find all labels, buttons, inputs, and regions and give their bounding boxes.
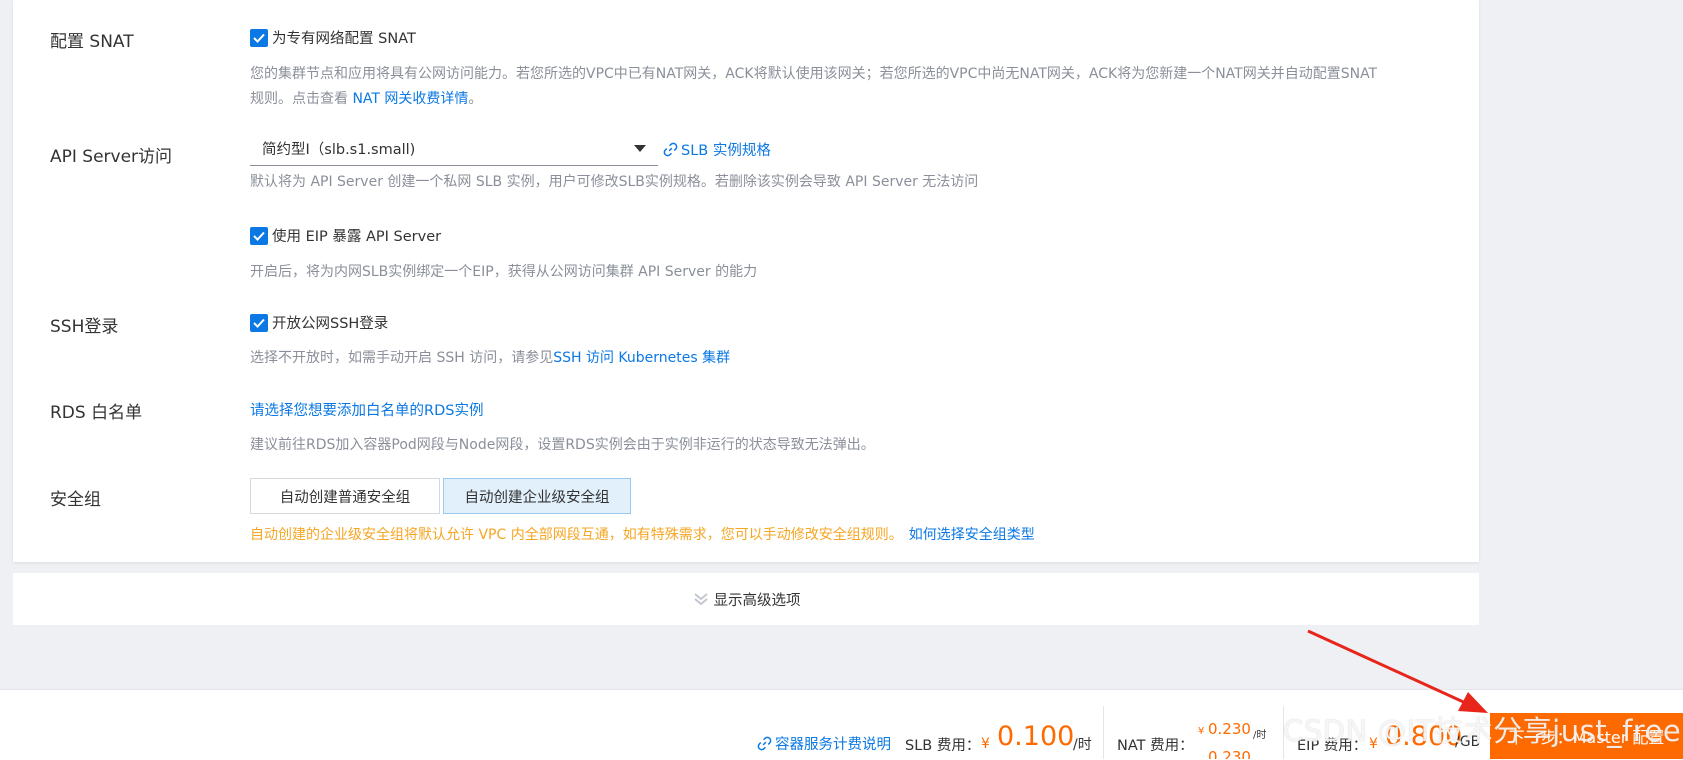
security-group-label: 安全组 xyxy=(50,490,101,510)
snat-help-line2: 规则。点击查看 NAT 网关收费详情。 xyxy=(250,87,1450,112)
ssh-help-text: 选择不开放时，如需手动开启 SSH 访问，请参见 xyxy=(250,350,554,366)
slb-spec-select[interactable]: 简约型I（slb.s1.small) xyxy=(250,132,658,166)
nat-fee-currency: ¥ xyxy=(1198,726,1205,737)
eip-fee-price: 0.800 xyxy=(1385,721,1463,752)
security-group-normal-button[interactable]: 自动创建普通安全组 xyxy=(250,478,440,514)
check-icon xyxy=(253,33,265,43)
security-group-warning: 自动创建的企业级安全组将默认允许 VPC 内全部网段互通，如有特殊需求，您可以手… xyxy=(250,524,1035,544)
ssh-access-link[interactable]: SSH 访问 Kubernetes 集群 xyxy=(553,350,730,366)
eip-fee-unit: /GB xyxy=(1455,734,1481,750)
nat-fee-label: NAT 费用： xyxy=(1117,738,1194,754)
footer-divider xyxy=(1103,706,1104,759)
eip-fee-currency: ¥ xyxy=(1369,736,1378,752)
eip-fee-label: EIP 费用： xyxy=(1297,738,1368,754)
rds-help: 建议前往RDS加入容器Pod网段与Node网段，设置RDS实例会由于实例非运行的… xyxy=(250,437,875,453)
eip-checkbox-label: 使用 EIP 暴露 API Server xyxy=(272,229,442,245)
advanced-options-label: 显示高级选项 xyxy=(713,592,801,609)
nat-pricing-link[interactable]: NAT 网关收费详情 xyxy=(352,91,468,107)
api-server-label: API Server访问 xyxy=(50,147,173,167)
pricing-doc-link[interactable]: 容器服务计费说明 xyxy=(757,733,891,754)
next-master-config-button[interactable]: 下一步：Master 配置 xyxy=(1490,713,1683,759)
eip-checkbox-row[interactable]: 使用 EIP 暴露 API Server xyxy=(250,225,441,246)
advanced-options-toggle[interactable]: 显示高级选项 xyxy=(692,589,801,610)
slb-fee-unit: /时 xyxy=(1073,737,1092,753)
slb-spec-link[interactable]: SLB 实例规格 xyxy=(663,139,771,160)
caret-down-icon xyxy=(634,145,646,152)
pricing-doc-link-text: 容器服务计费说明 xyxy=(775,737,891,753)
ssh-checkbox-row[interactable]: 开放公网SSH登录 xyxy=(250,312,388,333)
nat-fee-price-2: 0.230 xyxy=(1208,748,1251,759)
snat-help-text: 规则。点击查看 xyxy=(250,91,353,107)
rds-label: RDS 白名单 xyxy=(50,403,143,423)
rds-select-link[interactable]: 请选择您想要添加白名单的RDS实例 xyxy=(250,399,483,420)
check-icon xyxy=(253,231,265,241)
footer-divider xyxy=(1283,706,1284,759)
slb-spec-select-value: 简约型I（slb.s1.small) xyxy=(262,142,416,158)
snat-checkbox-label: 为专有网络配置 SNAT xyxy=(272,31,416,47)
snat-help-line1: 您的集群节点和应用将具有公网访问能力。若您所选的VPC中已有NAT网关，ACK将… xyxy=(250,66,1378,82)
snat-checkbox-row[interactable]: 为专有网络配置 SNAT xyxy=(250,27,416,48)
snat-label: 配置 SNAT xyxy=(50,32,134,52)
link-icon xyxy=(663,142,678,157)
api-server-help: 默认将为 API Server 创建一个私网 SLB 实例，用户可修改SLB实例… xyxy=(250,174,979,190)
nat-fee-unit: /时 xyxy=(1253,730,1267,741)
snat-checkbox[interactable] xyxy=(250,28,268,47)
slb-fee-currency: ¥ xyxy=(981,736,990,752)
nat-fee-price: 0.230 xyxy=(1208,720,1251,738)
link-icon xyxy=(757,736,772,751)
chevron-double-down-icon xyxy=(693,593,708,606)
ssh-label: SSH登录 xyxy=(50,317,119,337)
eip-checkbox[interactable] xyxy=(250,226,268,245)
snat-help: 您的集群节点和应用将具有公网访问能力。若您所选的VPC中已有NAT网关，ACK将… xyxy=(250,62,1450,112)
security-group-enterprise-button[interactable]: 自动创建企业级安全组 xyxy=(443,478,631,514)
slb-spec-link-text: SLB 实例规格 xyxy=(681,143,771,159)
eip-help: 开启后，将为内网SLB实例绑定一个EIP，获得从公网访问集群 API Serve… xyxy=(250,264,758,280)
security-group-type-link[interactable]: 如何选择安全组类型 xyxy=(909,527,1035,543)
advanced-options-bar: 显示高级选项 xyxy=(13,573,1479,625)
slb-fee-price: 0.100 xyxy=(997,721,1075,752)
ssh-checkbox[interactable] xyxy=(250,313,268,332)
security-group-warning-text: 自动创建的企业级安全组将默认允许 VPC 内全部网段互通，如有特殊需求，您可以手… xyxy=(250,527,903,543)
slb-fee-label: SLB 费用： xyxy=(905,738,981,754)
check-icon xyxy=(253,318,265,328)
snat-help-end: 。 xyxy=(468,91,483,107)
ssh-help: 选择不开放时，如需手动开启 SSH 访问，请参见SSH 访问 Kubernete… xyxy=(250,346,730,371)
ssh-checkbox-label: 开放公网SSH登录 xyxy=(272,316,389,332)
